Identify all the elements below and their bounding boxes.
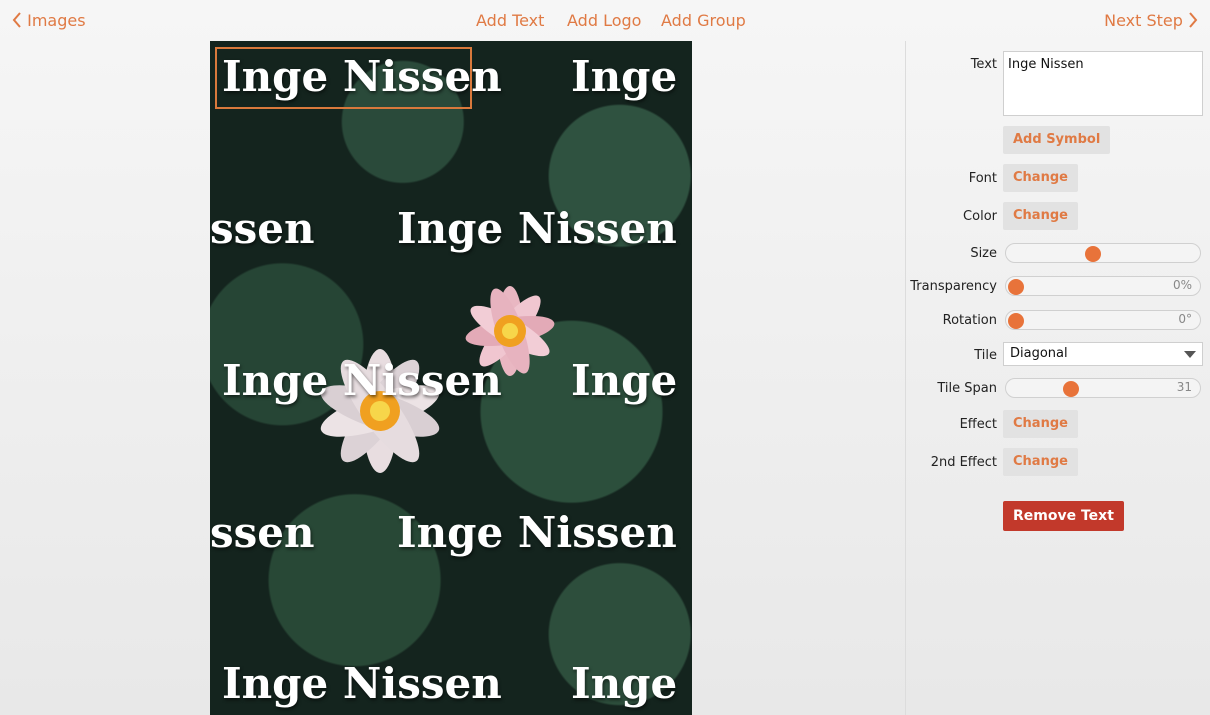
rotation-slider-handle[interactable] [1008, 313, 1024, 329]
text-label: Text [970, 57, 997, 72]
second-effect-change-button[interactable]: Change [1003, 448, 1078, 476]
size-slider[interactable] [1005, 243, 1201, 263]
watermark-text: Inge Nissen [222, 659, 502, 708]
remove-text-button[interactable]: Remove Text [1003, 501, 1124, 531]
tile-label: Tile [974, 348, 997, 363]
font-label: Font [968, 171, 997, 186]
text-settings-panel: Text Inge Nissen Add Symbol Font Change … [905, 41, 1210, 715]
next-step-link[interactable]: Next Step [1104, 11, 1198, 31]
add-group-link[interactable]: Add Group [661, 11, 746, 31]
color-label: Color [963, 209, 997, 224]
add-logo-link[interactable]: Add Logo [567, 11, 641, 31]
tile-span-slider[interactable]: 31 [1005, 378, 1201, 398]
rotation-label: Rotation [942, 313, 997, 328]
size-label: Size [970, 246, 997, 261]
tile-span-slider-handle[interactable] [1062, 381, 1079, 397]
text-input[interactable]: Inge Nissen [1003, 51, 1203, 116]
add-text-link[interactable]: Add Text [476, 11, 544, 31]
second-effect-label: 2nd Effect [930, 455, 997, 470]
watermark-text: Inge N [571, 659, 692, 708]
add-symbol-button[interactable]: Add Symbol [1003, 126, 1111, 154]
chevron-right-icon [1189, 12, 1198, 28]
color-change-button[interactable]: Change [1003, 202, 1078, 230]
image-canvas[interactable]: Inge Nissen Inge N ssen Inge Nissen Inge… [210, 41, 692, 715]
watermark-text: Inge N [571, 356, 692, 405]
dropdown-arrow-icon [1184, 351, 1196, 358]
watermark-text: Inge N [571, 52, 692, 101]
size-slider-handle[interactable] [1085, 246, 1102, 262]
transparency-slider[interactable]: 0% [1005, 276, 1201, 296]
top-bar: Images Add Text Add Logo Add Group Next … [0, 0, 1210, 41]
tile-span-label: Tile Span [937, 381, 997, 396]
rotation-slider[interactable]: 0° [1005, 310, 1201, 330]
chevron-left-icon [12, 12, 21, 28]
transparency-value: 0% [1172, 278, 1192, 292]
watermark-text: Inge Nissen [397, 204, 677, 253]
watermark-text: ssen [210, 204, 315, 253]
transparency-label: Transparency [910, 279, 997, 294]
transparency-slider-handle[interactable] [1008, 279, 1024, 295]
tile-select[interactable]: Diagonal [1003, 342, 1203, 366]
effect-change-button[interactable]: Change [1003, 410, 1078, 438]
back-label: Images [27, 11, 86, 30]
tile-selected-value: Diagonal [1010, 346, 1068, 361]
back-to-images-link[interactable]: Images [12, 11, 86, 31]
watermark-text: ssen [210, 508, 315, 557]
selected-text-outline[interactable] [215, 47, 472, 109]
font-change-button[interactable]: Change [1003, 164, 1078, 192]
effect-label: Effect [959, 417, 997, 432]
next-label: Next Step [1104, 11, 1183, 30]
watermark-text: Inge Nissen [397, 508, 677, 557]
watermark-text: Inge Nissen [222, 356, 502, 405]
tile-span-value: 31 [1176, 380, 1192, 394]
rotation-value: 0° [1178, 312, 1192, 326]
